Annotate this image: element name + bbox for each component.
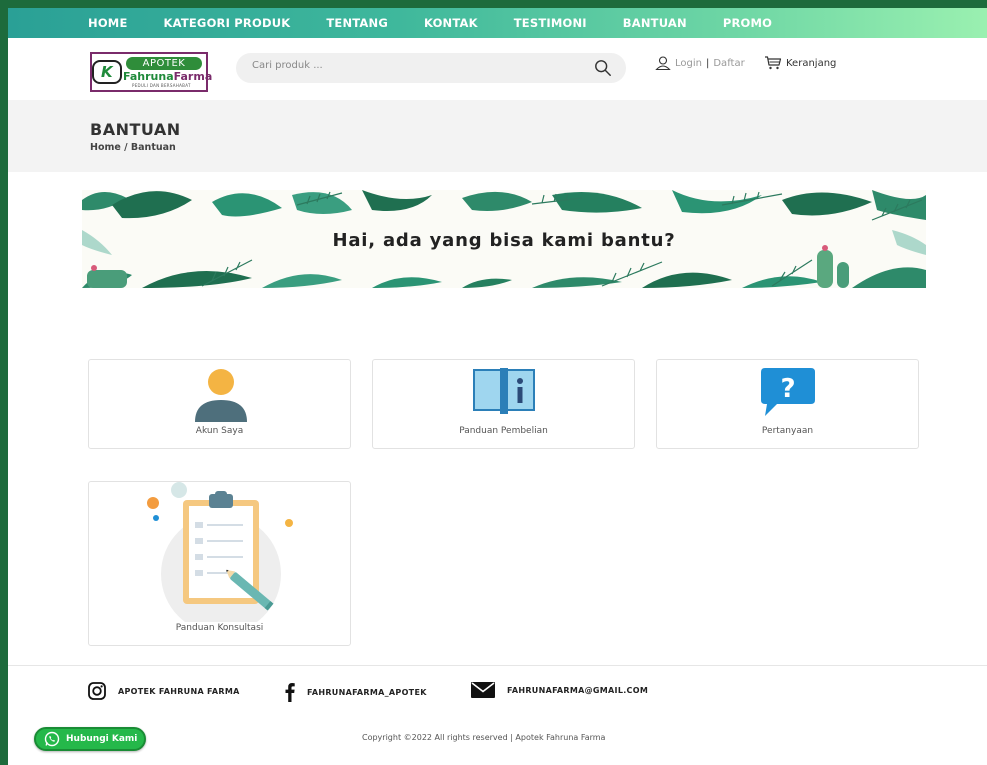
user-icon [195,369,247,422]
whatsapp-icon [44,731,60,747]
search-icon[interactable] [594,59,612,77]
book-info-icon [473,368,535,414]
nav-bantuan[interactable]: BANTUAN [623,16,687,30]
logo-mark: K [92,60,122,84]
nav-home[interactable]: HOME [88,16,128,30]
footer-divider [8,665,987,666]
cart-link[interactable]: Keranjang [764,56,836,70]
search-input[interactable] [252,60,572,71]
logo-apotek-pill: APOTEK [126,57,202,70]
email-address: FAHRUNAFARMA@GMAIL.COM [507,685,649,695]
register-link[interactable]: Daftar [713,58,744,69]
help-card-pertanyaan[interactable]: ? Pertanyaan [656,359,919,449]
nav-kontak[interactable]: KONTAK [424,16,478,30]
help-card-label: Pertanyaan [761,426,814,436]
cart-icon [765,56,782,70]
nav-testimoni[interactable]: TESTIMONI [514,16,587,30]
help-card-label: Panduan Pembelian [459,426,548,436]
instagram-handle: APOTEK FAHRUNA FARMA [118,686,240,696]
site-header: K APOTEK FahrunaFarma PEDULI DAN BERSAHA… [8,38,987,100]
account-links: Login | Daftar [655,56,745,70]
nav-tentang[interactable]: TENTANG [326,16,388,30]
help-banner: Hai, ada yang bisa kami bantu? [82,190,926,288]
copyright-text: Copyright ©2022 All rights reserved | Ap… [362,733,606,742]
logo-tagline: PEDULI DAN BERSAHABAT [132,83,191,88]
email-icon [471,682,495,698]
search-bar [236,53,626,83]
logo-name-part1: Fahruna [123,70,174,83]
cart-label: Keranjang [786,57,837,69]
help-card-panduan-konsultasi[interactable]: Panduan Konsultasi [88,481,351,646]
instagram-icon [88,682,106,700]
whatsapp-contact-button[interactable]: Hubungi Kami [34,727,146,751]
breadcrumb: Home / Bantuan [90,142,176,153]
facebook-handle: FAHRUNAFARMA_APOTEK [307,687,427,697]
help-card-label: Akun Saya [195,426,244,436]
site-logo[interactable]: K APOTEK FahrunaFarma PEDULI DAN BERSAHA… [90,52,212,92]
page-header-band: BANTUAN Home / Bantuan [8,100,987,172]
help-card-akun-saya[interactable]: Akun Saya [88,359,351,449]
facebook-icon [285,683,295,702]
login-link[interactable]: Login [675,58,702,69]
nav-kategori-produk[interactable]: KATEGORI PRODUK [164,16,291,30]
banner-heading: Hai, ada yang bisa kami bantu? [332,230,676,251]
logo-k-icon: K [101,63,113,81]
nav-promo[interactable]: PROMO [723,16,772,30]
logo-name: FahrunaFarma [123,70,212,83]
svg-text:?: ? [780,374,795,404]
clipboard-icon [147,482,293,622]
help-card-label: Panduan Konsultasi [175,623,264,633]
footer-instagram[interactable]: APOTEK FAHRUNA FARMA [88,682,240,700]
page-title: BANTUAN [90,120,181,139]
question-bubble-icon: ? [761,368,815,416]
logo-name-part2: Farma [173,70,213,83]
user-outline-icon [655,56,671,70]
footer-email[interactable]: FAHRUNAFARMA@GMAIL.COM [471,682,648,698]
top-navigation: HOME KATEGORI PRODUK TENTANG KONTAK TEST… [8,8,987,38]
help-card-panduan-pembelian[interactable]: Panduan Pembelian [372,359,635,449]
account-separator: | [705,57,710,69]
footer-facebook[interactable]: FAHRUNAFARMA_APOTEK [285,682,427,702]
whatsapp-label: Hubungi Kami [66,734,138,744]
